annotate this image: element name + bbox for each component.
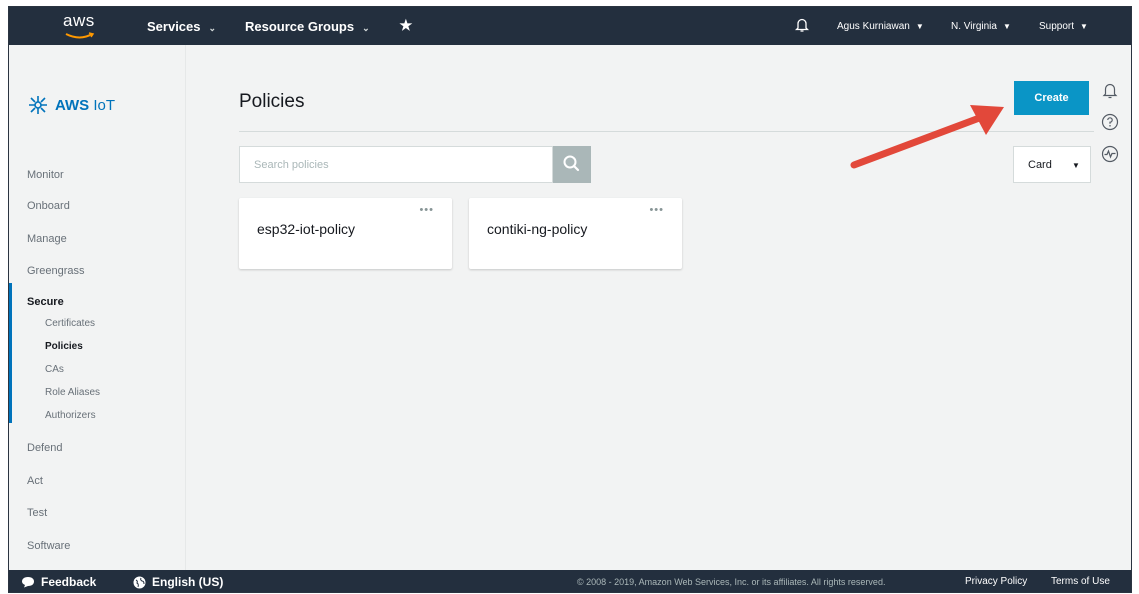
sidebar-item-software[interactable]: Software [27, 540, 70, 552]
caret-down-icon: ▼ [1002, 22, 1011, 31]
pin-icon[interactable]: ✭ [400, 17, 412, 34]
sidebar-subitem-certificates[interactable]: Certificates [45, 318, 95, 329]
policy-search [239, 146, 591, 183]
aws-iot-brand[interactable]: AWS IoT [27, 93, 115, 117]
notifications-icon[interactable] [1101, 81, 1119, 99]
brand-aws: AWS [55, 96, 90, 114]
services-label: Services [147, 19, 201, 34]
resource-groups-label: Resource Groups [245, 19, 355, 34]
console-footer: Feedback English (US) © 2008 - 2019, Ama… [9, 570, 1131, 592]
support-label: Support [1039, 21, 1075, 32]
caret-down-icon: ▼ [1072, 161, 1080, 170]
notifications-bell-icon[interactable] [795, 17, 809, 33]
aws-logo[interactable]: aws [61, 10, 101, 42]
create-policy-button[interactable]: Create [1014, 81, 1089, 115]
sidebar-item-defend[interactable]: Defend [27, 442, 62, 454]
sidebar-subitem-policies[interactable]: Policies [45, 341, 83, 352]
services-menu[interactable]: Services ⌄ [147, 19, 216, 34]
top-navigation-bar: aws Services ⌄ Resource Groups ⌄ ✭ Agus Ku… [9, 7, 1131, 45]
language-label: English (US) [152, 575, 224, 589]
copyright-text: © 2008 - 2019, Amazon Web Services, Inc.… [577, 577, 886, 587]
policy-name[interactable]: esp32-iot-policy [257, 221, 355, 237]
sidebar-item-monitor[interactable]: Monitor [27, 169, 64, 181]
more-options-icon[interactable]: ••• [419, 204, 434, 216]
feedback-link[interactable]: Feedback [21, 575, 96, 589]
brand-title: AWS IoT [55, 97, 115, 114]
annotation-arrow-icon [850, 105, 1004, 169]
sidebar-item-greengrass[interactable]: Greengrass [27, 265, 84, 277]
aws-iot-logo-icon [29, 96, 47, 114]
aws-logo-text: aws [63, 11, 95, 30]
language-selector[interactable]: English (US) [133, 575, 223, 589]
terms-of-use-link[interactable]: Terms of Use [1051, 576, 1110, 587]
chat-bubble-icon [22, 577, 34, 588]
search-input[interactable] [239, 146, 553, 183]
region-menu[interactable]: N. Virginia ▼ [951, 21, 1011, 32]
help-icon[interactable] [1101, 113, 1119, 131]
sidebar-subitem-authorizers[interactable]: Authorizers [45, 410, 96, 421]
chevron-down-icon: ⌄ [208, 23, 217, 33]
console-window: aws Services ⌄ Resource Groups ⌄ ✭ Agus Ku… [8, 6, 1132, 593]
page-title: Policies [239, 91, 305, 112]
active-section-indicator [9, 283, 12, 423]
view-mode-value: Card [1028, 159, 1052, 171]
region-name: N. Virginia [951, 21, 997, 32]
account-menu[interactable]: Agus Kurniawan ▼ [837, 21, 924, 32]
policy-card[interactable]: esp32-iot-policy ••• [239, 198, 452, 269]
sidebar-item-onboard[interactable]: Onboard [27, 200, 70, 212]
support-menu[interactable]: Support ▼ [1039, 21, 1088, 32]
feedback-label: Feedback [41, 575, 97, 589]
sidebar-item-test[interactable]: Test [27, 507, 47, 519]
view-mode-select[interactable]: Card ▼ [1013, 146, 1091, 183]
caret-down-icon: ▼ [1080, 22, 1088, 31]
more-options-icon[interactable]: ••• [649, 204, 664, 216]
sidebar-subitem-role-aliases[interactable]: Role Aliases [45, 387, 100, 398]
activity-icon[interactable] [1101, 145, 1119, 163]
sidebar-subitem-cas[interactable]: CAs [45, 364, 64, 375]
privacy-policy-link[interactable]: Privacy Policy [965, 576, 1027, 587]
account-name: Agus Kurniawan [837, 21, 910, 32]
caret-down-icon: ▼ [915, 22, 924, 31]
sidebar-item-secure[interactable]: Secure [27, 296, 64, 308]
policy-card[interactable]: contiki-ng-policy ••• [469, 198, 682, 269]
search-icon [563, 155, 580, 172]
policy-name[interactable]: contiki-ng-policy [487, 221, 587, 237]
search-button[interactable] [553, 146, 591, 183]
globe-icon [133, 576, 146, 588]
sidebar-item-act[interactable]: Act [27, 475, 43, 487]
resource-groups-menu[interactable]: Resource Groups ⌄ [245, 19, 370, 34]
chevron-down-icon: ⌄ [362, 23, 370, 33]
brand-iot: IoT [93, 96, 116, 114]
aws-smile-icon [65, 32, 95, 39]
sidebar-item-manage[interactable]: Manage [27, 233, 67, 245]
sidebar-navigation: AWS IoT Monitor Onboard Manage Greengras… [9, 45, 186, 570]
